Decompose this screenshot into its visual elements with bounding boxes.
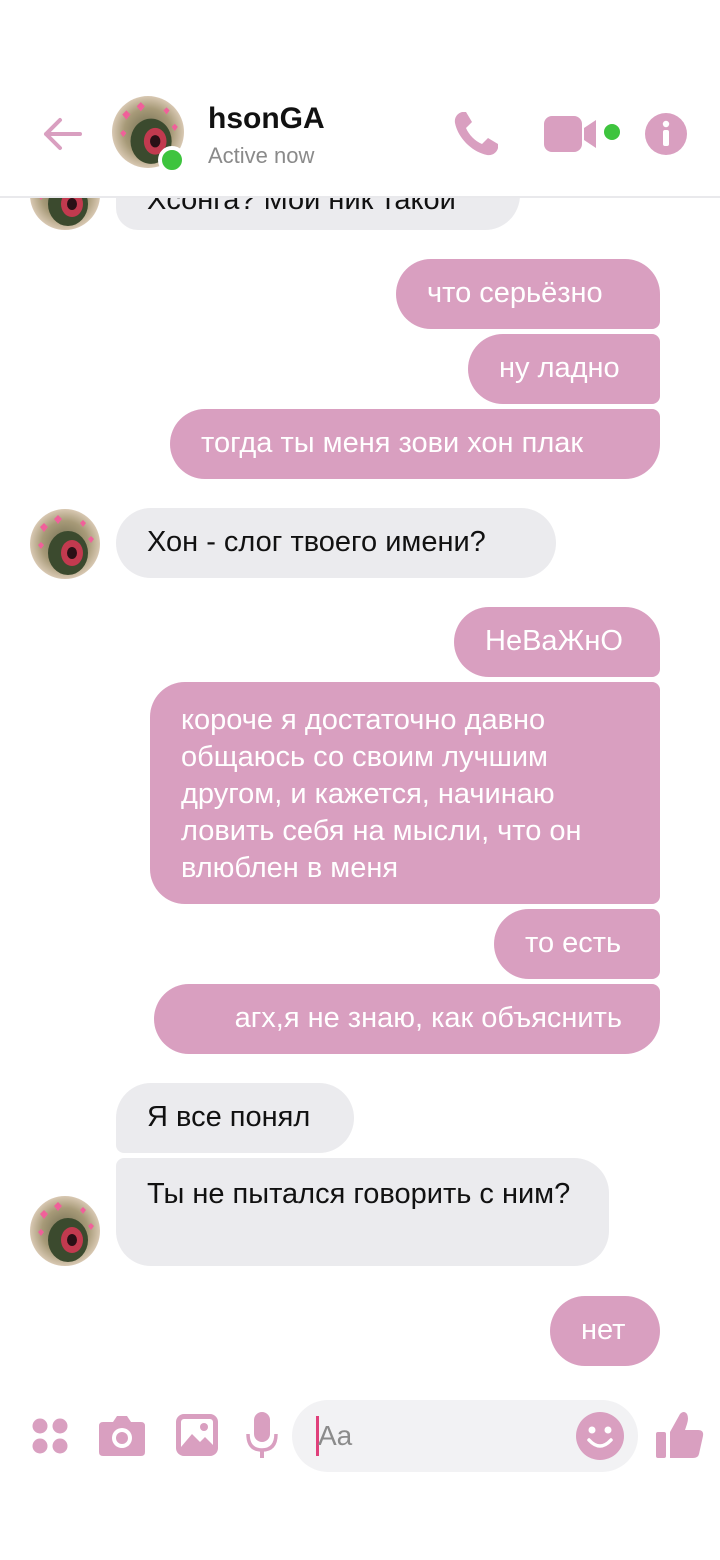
thumbs-up-icon[interactable] [656, 1410, 704, 1460]
emoji-icon[interactable] [576, 1412, 624, 1460]
info-icon[interactable] [644, 112, 688, 156]
outgoing-message[interactable]: короче я достаточно давно общаюсь со сво… [150, 682, 660, 904]
chat-header: hsonGA Active now [0, 0, 720, 198]
contact-avatar-small [30, 1196, 100, 1266]
back-arrow-icon[interactable] [40, 112, 84, 156]
contact-avatar-small [30, 509, 100, 579]
contact-name[interactable]: hsonGA [208, 102, 325, 136]
outgoing-message[interactable]: нет [550, 1296, 660, 1366]
outgoing-message[interactable]: то есть [494, 909, 660, 979]
video-online-dot [604, 124, 620, 140]
microphone-icon[interactable] [246, 1412, 278, 1458]
outgoing-message[interactable]: агх,я не знаю, как объяснить [154, 984, 660, 1054]
message-input-placeholder: Aa [318, 1420, 353, 1451]
incoming-message[interactable]: Я все понял [116, 1083, 354, 1153]
contact-status: Active now [208, 143, 315, 168]
camera-icon[interactable] [99, 1414, 145, 1456]
incoming-message[interactable]: Хон - слог твоего имени? [116, 508, 556, 578]
phone-icon[interactable] [450, 108, 502, 160]
outgoing-message[interactable]: ну ладно [468, 334, 660, 404]
message-input[interactable]: Aa [292, 1400, 638, 1472]
online-indicator [158, 146, 186, 174]
outgoing-message[interactable]: НеВаЖнО [454, 607, 660, 677]
apps-icon[interactable] [31, 1417, 69, 1455]
outgoing-message[interactable]: что серьёзно [396, 259, 660, 329]
video-camera-icon[interactable] [544, 114, 604, 154]
incoming-message[interactable]: Ты не пытался говорить с ним? [116, 1158, 609, 1266]
image-icon[interactable] [176, 1414, 218, 1456]
outgoing-message[interactable]: тогда ты меня зови хон плак [170, 409, 660, 479]
